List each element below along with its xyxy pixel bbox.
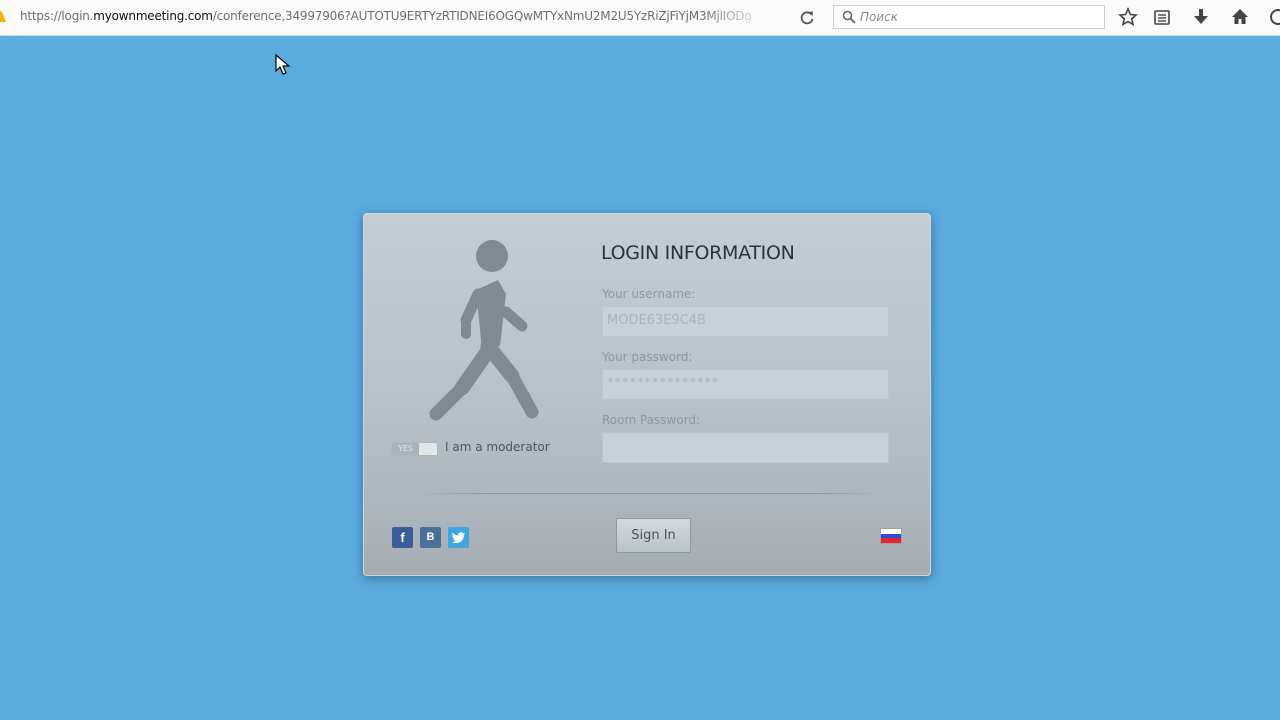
flag-stripe-red [881, 538, 901, 543]
search-placeholder: Поиск [860, 10, 899, 24]
russian-flag-icon[interactable] [880, 528, 902, 544]
url-host: myownmeeting.com [93, 9, 213, 23]
browser-toolbar: https://login.myownmeeting.com/conferenc… [0, 0, 1280, 36]
pocket-icon[interactable] [1268, 7, 1280, 27]
room-password-label: Room Password: [602, 413, 701, 427]
twitter-icon[interactable] [448, 527, 469, 548]
bookmark-star-icon[interactable] [1118, 7, 1138, 27]
facebook-icon[interactable]: f [392, 527, 413, 548]
search-icon [842, 10, 856, 24]
moderator-label: I am a moderator [445, 440, 550, 454]
login-title: LOGIN INFORMATION [601, 242, 795, 264]
url-path: /conference,34997906?AUTOTU9ERTYzRTIDNEI… [212, 9, 752, 23]
mouse-cursor-icon [275, 54, 291, 75]
reload-icon[interactable] [797, 8, 817, 28]
warning-icon [0, 10, 6, 22]
divider [419, 493, 881, 494]
reading-list-icon[interactable] [1152, 7, 1172, 27]
password-field[interactable]: *************** [602, 369, 889, 400]
home-icon[interactable] [1230, 7, 1250, 27]
vk-icon[interactable]: B [420, 527, 441, 548]
toggle-yes-text: YES [392, 443, 419, 455]
address-bar[interactable]: https://login.myownmeeting.com/conferenc… [20, 9, 760, 23]
toggle-knob [419, 443, 437, 455]
moderator-toggle[interactable]: YES [391, 442, 438, 456]
room-password-field[interactable] [602, 432, 889, 463]
search-box[interactable]: Поиск [833, 5, 1105, 29]
twitter-bird-icon [452, 532, 465, 544]
sign-in-button[interactable]: Sign In [616, 518, 691, 553]
walking-person-icon [429, 240, 539, 421]
username-field[interactable]: MODE63E9C4B [602, 306, 889, 337]
username-label: Your username: [602, 287, 696, 301]
login-panel: LOGIN INFORMATION Your username: MODE63E… [363, 213, 931, 576]
password-label: Your password: [602, 350, 693, 364]
url-fade [700, 4, 770, 30]
download-icon[interactable] [1191, 7, 1211, 27]
url-prefix: https://login. [20, 9, 94, 23]
